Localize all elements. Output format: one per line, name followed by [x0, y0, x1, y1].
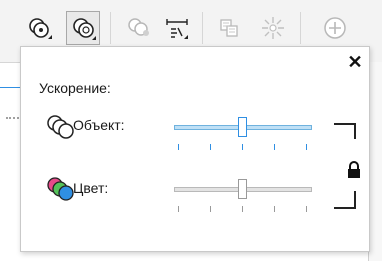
- link-bracket-top: [334, 123, 356, 139]
- blend-steps-icon[interactable]: [160, 11, 194, 45]
- copy-properties-icon[interactable]: [212, 11, 246, 45]
- slider-tick: [178, 206, 179, 212]
- acceleration-title: Ускорение:: [39, 80, 111, 96]
- slider-tick: [242, 144, 243, 150]
- object-acceleration-slider[interactable]: [174, 117, 312, 157]
- object-label: Объект:: [73, 117, 125, 133]
- slider-tick: [306, 144, 307, 150]
- toolbar-separator: [300, 12, 301, 44]
- radial-icon[interactable]: [256, 11, 290, 45]
- color-transparency-icon[interactable]: [66, 11, 100, 45]
- transparency-icon[interactable]: [22, 11, 56, 45]
- slider-tick: [274, 144, 275, 150]
- color-label: Цвет:: [73, 180, 109, 196]
- slider-tick: [210, 206, 211, 212]
- object-slider-thumb[interactable]: [237, 117, 247, 137]
- slider-tick: [210, 144, 211, 150]
- fill-icon[interactable]: [122, 11, 156, 45]
- lock-icon[interactable]: [346, 161, 362, 184]
- slider-tick: [178, 144, 179, 150]
- toolbar-separator: [110, 12, 111, 44]
- slider-tick: [306, 206, 307, 212]
- slider-tick: [242, 206, 243, 212]
- color-slider-thumb[interactable]: [237, 179, 247, 199]
- right-panel-edge: [368, 62, 382, 261]
- acceleration-popup: ✕ Ускорение: Объект: Цвет:: [20, 46, 370, 252]
- add-icon[interactable]: [318, 11, 352, 45]
- link-bracket-bottom: [334, 191, 356, 209]
- close-icon[interactable]: ✕: [346, 53, 364, 71]
- slider-tick: [274, 206, 275, 212]
- toolbar-separator: [202, 12, 203, 44]
- color-acceleration-slider[interactable]: [174, 179, 312, 219]
